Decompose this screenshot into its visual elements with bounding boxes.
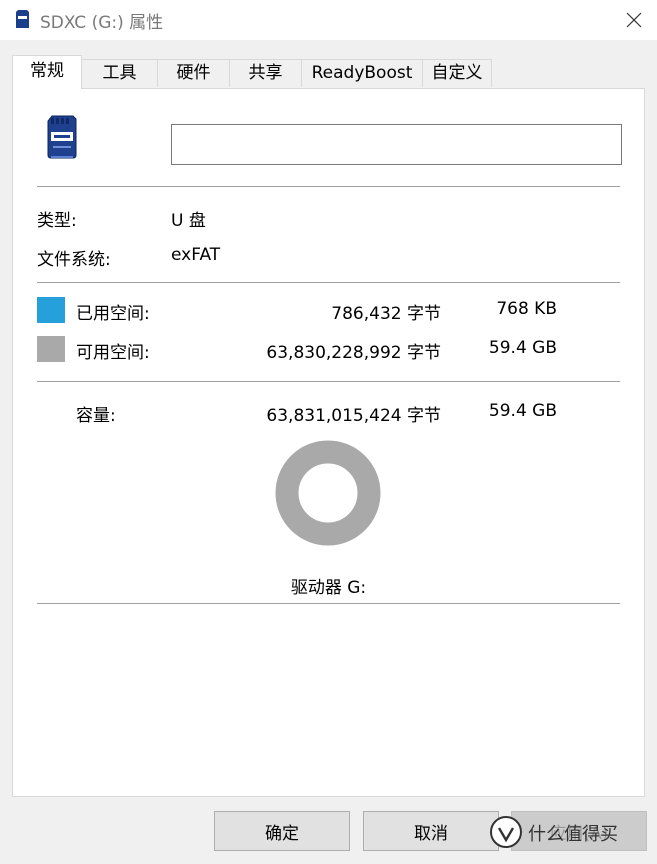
free-space-ring xyxy=(275,440,381,546)
ok-button[interactable]: 确定 xyxy=(214,811,350,851)
tab-sharing[interactable]: 共享 xyxy=(229,59,302,87)
used-space-label: 已用空间: xyxy=(76,304,150,324)
tab-tools[interactable]: 工具 xyxy=(81,59,158,87)
capacity-bytes: 63,831,015,424 字节 xyxy=(266,406,441,426)
general-panel: 类型: U 盘 文件系统: exFAT 已用空间: 786,432 字节 768… xyxy=(12,88,645,797)
separator xyxy=(37,282,620,283)
window-title: SDXC (G:) 属性 xyxy=(40,13,164,33)
tab-customize[interactable]: 自定义 xyxy=(422,59,492,87)
used-space-size: 768 KB xyxy=(496,299,557,319)
volume-label-input[interactable] xyxy=(171,124,622,165)
cancel-button[interactable]: 取消 xyxy=(363,811,499,851)
drive-label: 驱动器 G: xyxy=(290,578,367,598)
used-space-swatch xyxy=(37,297,65,323)
type-value: U 盘 xyxy=(171,211,206,231)
tab-hardware[interactable]: 硬件 xyxy=(157,59,230,87)
filesystem-label: 文件系统: xyxy=(37,250,111,270)
tab-readyboost[interactable]: ReadyBoost xyxy=(301,59,423,87)
free-space-size: 59.4 GB xyxy=(488,338,557,358)
sd-card-icon xyxy=(16,10,29,28)
separator xyxy=(37,381,620,382)
watermark-text: 什么值得买 xyxy=(528,824,618,845)
usage-donut-chart xyxy=(275,440,381,546)
type-label: 类型: xyxy=(37,211,77,231)
watermark-logo-icon xyxy=(490,816,522,848)
capacity-label: 容量: xyxy=(76,406,116,426)
close-icon xyxy=(626,12,642,28)
used-space-bytes: 786,432 字节 xyxy=(331,304,441,324)
free-space-swatch xyxy=(37,336,65,362)
free-space-label: 可用空间: xyxy=(76,343,150,363)
tab-general[interactable]: 常规 xyxy=(12,55,82,89)
separator xyxy=(37,603,620,604)
title-bar: SDXC (G:) 属性 xyxy=(0,0,657,40)
sd-card-icon xyxy=(47,115,77,159)
close-button[interactable] xyxy=(611,0,657,40)
free-space-bytes: 63,830,228,992 字节 xyxy=(266,343,441,363)
separator xyxy=(37,186,620,187)
watermark: 什么值得买 xyxy=(486,812,654,852)
capacity-size: 59.4 GB xyxy=(488,401,557,421)
filesystem-value: exFAT xyxy=(171,245,221,265)
